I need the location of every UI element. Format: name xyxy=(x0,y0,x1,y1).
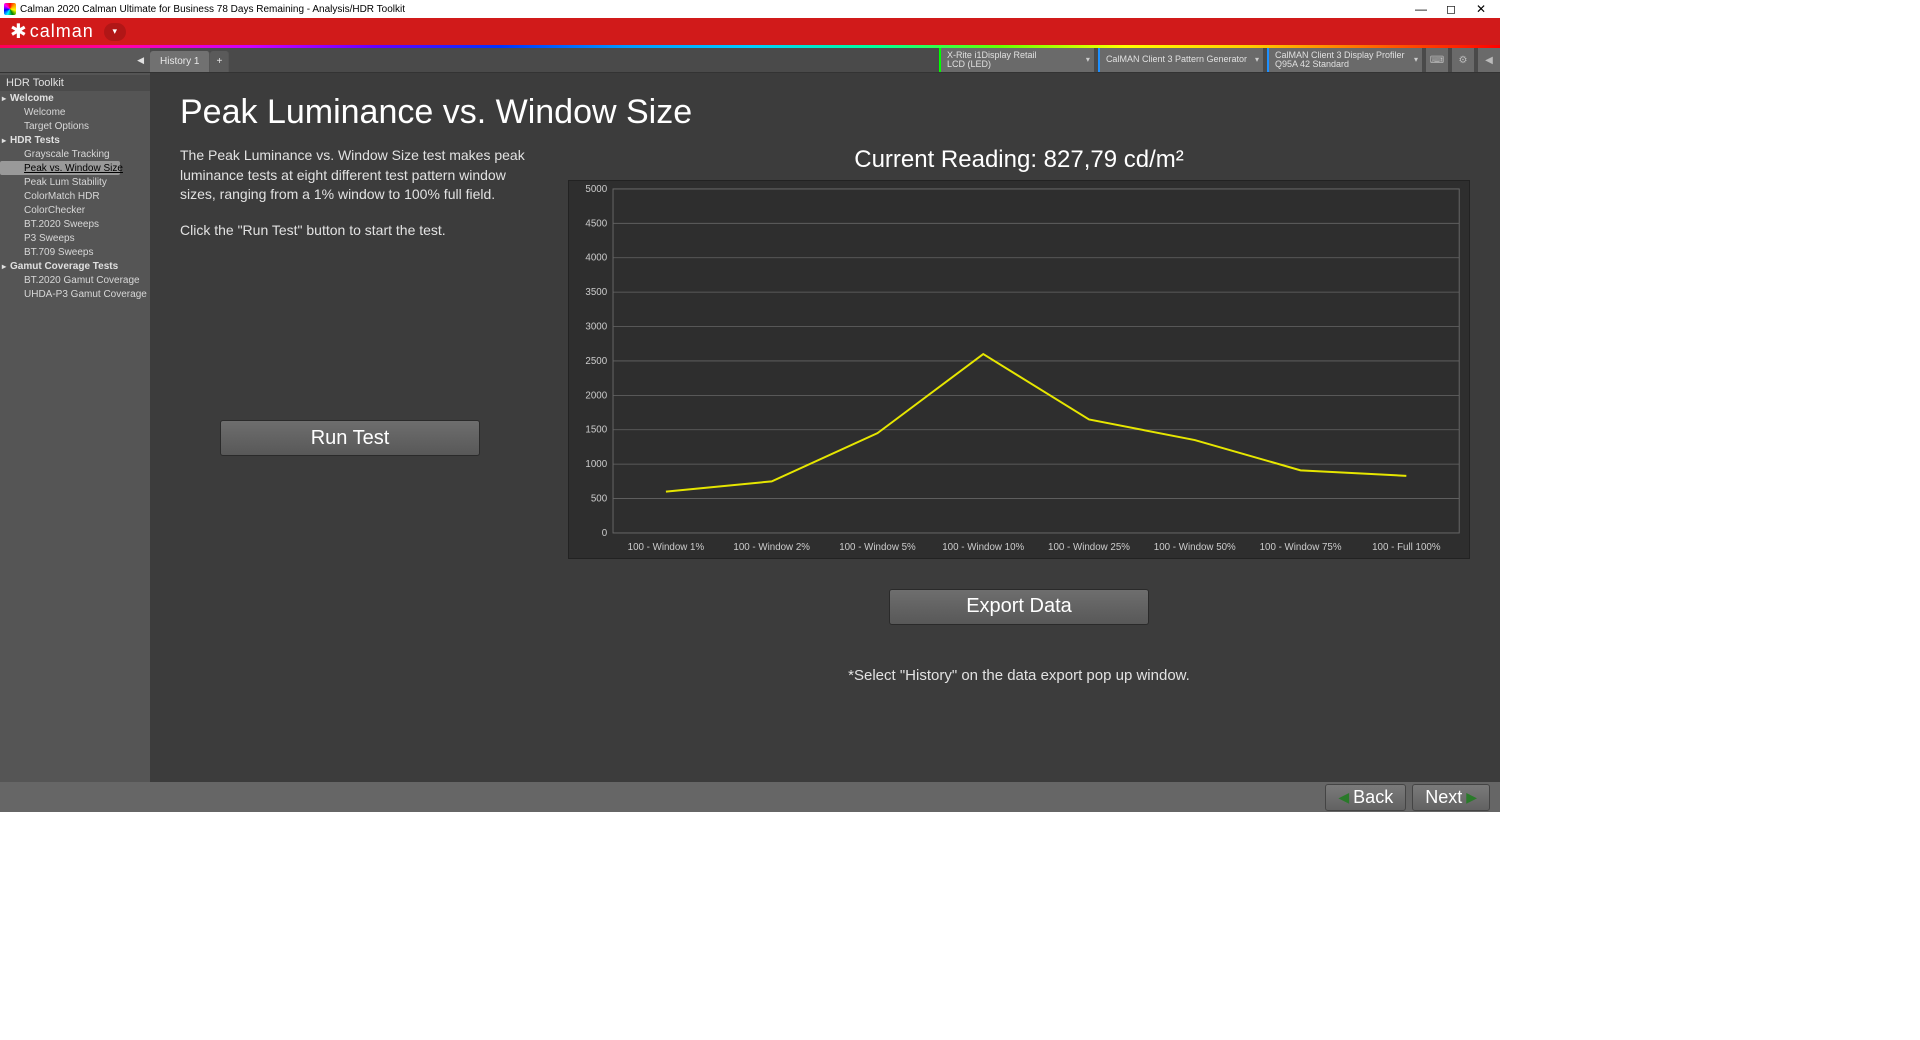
page-title: Peak Luminance vs. Window Size xyxy=(180,93,1470,132)
brand-text: calman xyxy=(30,21,94,42)
sidebar-item-p3-sweeps[interactable]: P3 Sweeps xyxy=(0,231,150,245)
svg-text:100 - Window 50%: 100 - Window 50% xyxy=(1154,542,1236,553)
svg-text:5000: 5000 xyxy=(585,184,607,195)
sidebar-item-target-options[interactable]: Target Options xyxy=(0,119,150,133)
svg-text:0: 0 xyxy=(602,528,608,539)
export-note: *Select "History" on the data export pop… xyxy=(568,667,1470,684)
app-icon xyxy=(4,3,16,15)
svg-text:500: 500 xyxy=(591,493,608,504)
chevron-down-icon: ▾ xyxy=(1086,56,1090,64)
description-2: Click the "Run Test" button to start the… xyxy=(180,221,540,241)
sidebar-section-welcome[interactable]: Welcome xyxy=(0,91,150,105)
svg-text:2500: 2500 xyxy=(585,356,607,367)
back-button[interactable]: ◀ Back xyxy=(1325,784,1406,811)
sidebar-item-grayscale-tracking[interactable]: Grayscale Tracking xyxy=(0,147,150,161)
back-label: Back xyxy=(1353,787,1393,808)
content-area: Peak Luminance vs. Window Size The Peak … xyxy=(150,73,1500,782)
arrow-right-icon: ▶ xyxy=(1466,789,1477,806)
brand-menu-button[interactable]: ▾ xyxy=(104,23,126,41)
window-title: Calman 2020 Calman Ultimate for Business… xyxy=(20,4,405,15)
sidebar: HDR Toolkit Welcome Welcome Target Optio… xyxy=(0,73,150,782)
chevron-down-icon: ▾ xyxy=(1255,56,1259,64)
next-label: Next xyxy=(1425,787,1462,808)
run-test-label: Run Test xyxy=(311,427,390,450)
close-button[interactable]: ✕ xyxy=(1466,2,1496,16)
toolbar-settings-button[interactable]: ⚙ xyxy=(1452,48,1474,72)
window-titlebar: Calman 2020 Calman Ultimate for Business… xyxy=(0,0,1500,18)
sidebar-section-hdr-tests[interactable]: HDR Tests xyxy=(0,133,150,147)
sidebar-item-colormatch-hdr[interactable]: ColorMatch HDR xyxy=(0,189,150,203)
svg-text:100 - Window 2%: 100 - Window 2% xyxy=(733,542,810,553)
export-data-label: Export Data xyxy=(966,595,1072,618)
toolbar-keyboard-button[interactable]: ⌨ xyxy=(1426,48,1448,72)
svg-text:2000: 2000 xyxy=(585,390,607,401)
device-generator-dropdown[interactable]: CalMAN Client 3 Pattern Generator ▾ xyxy=(1098,48,1263,72)
svg-text:1000: 1000 xyxy=(585,459,607,470)
sidebar-title: HDR Toolkit xyxy=(0,75,150,91)
next-button[interactable]: Next ▶ xyxy=(1412,784,1490,811)
brand-icon: ✱ xyxy=(10,19,28,44)
export-data-button[interactable]: Export Data xyxy=(889,589,1149,625)
svg-text:100 - Window 75%: 100 - Window 75% xyxy=(1260,542,1342,553)
footer-nav: ◀ Back Next ▶ xyxy=(0,782,1500,812)
svg-text:100 - Window 5%: 100 - Window 5% xyxy=(839,542,916,553)
tab-label: History 1 xyxy=(160,56,199,67)
svg-text:3000: 3000 xyxy=(585,321,607,332)
svg-text:100 - Window 1%: 100 - Window 1% xyxy=(628,542,705,553)
svg-text:3500: 3500 xyxy=(585,287,607,298)
sidebar-item-welcome[interactable]: Welcome xyxy=(0,105,150,119)
tab-history-1[interactable]: History 1 xyxy=(150,51,210,72)
reading-value: 827,79 cd/m² xyxy=(1044,146,1184,173)
tab-add[interactable]: + xyxy=(210,51,229,72)
chevron-down-icon: ▾ xyxy=(1414,56,1418,64)
brand-logo: ✱ calman xyxy=(0,19,94,44)
maximize-button[interactable]: ◻ xyxy=(1436,2,1466,16)
brand-bar: ✱ calman ▾ xyxy=(0,18,1500,45)
chevron-left-icon: ◀ xyxy=(137,55,144,66)
svg-text:4500: 4500 xyxy=(585,218,607,229)
device-profiler-dropdown[interactable]: CalMAN Client 3 Display Profiler Q95A 42… xyxy=(1267,48,1422,72)
svg-text:100 - Full 100%: 100 - Full 100% xyxy=(1372,542,1441,553)
toolbar-panel-collapse-button[interactable]: ◀ xyxy=(1478,48,1500,72)
sidebar-item-colorchecker[interactable]: ColorChecker xyxy=(0,203,150,217)
luminance-chart: 0 500 1000 1500 2000 2500 3000 3500 4000 4500 5000… xyxy=(568,180,1470,559)
sidebar-collapse-button[interactable]: ◀ xyxy=(0,48,150,72)
svg-text:1500: 1500 xyxy=(585,425,607,436)
svg-text:100 - Window 10%: 100 - Window 10% xyxy=(942,542,1024,553)
toolbar: ◀ History 1 + X-Rite i1Display Retail LC… xyxy=(0,48,1500,73)
arrow-left-icon: ◀ xyxy=(1338,789,1349,806)
sidebar-item-bt2020-sweeps[interactable]: BT.2020 Sweeps xyxy=(0,217,150,231)
sidebar-item-peak-lum-stability[interactable]: Peak Lum Stability xyxy=(0,175,150,189)
reading-prefix: Current Reading: xyxy=(854,146,1043,173)
sidebar-item-peak-vs-window-size[interactable]: Peak vs. Window Size xyxy=(0,161,120,175)
sidebar-item-uhda-p3-gamut[interactable]: UHDA-P3 Gamut Coverage xyxy=(0,287,150,301)
device-line1: CalMAN Client 3 Pattern Generator xyxy=(1106,55,1247,64)
device-line2: LCD (LED) xyxy=(947,60,1078,69)
current-reading: Current Reading: 827,79 cd/m² xyxy=(568,146,1470,174)
device-meter-dropdown[interactable]: X-Rite i1Display Retail LCD (LED) ▾ xyxy=(939,48,1094,72)
device-line2: Q95A 42 Standard xyxy=(1275,60,1406,69)
run-test-button[interactable]: Run Test xyxy=(220,420,480,456)
svg-text:100 - Window 25%: 100 - Window 25% xyxy=(1048,542,1130,553)
sidebar-section-gamut-coverage[interactable]: Gamut Coverage Tests xyxy=(0,259,150,273)
sidebar-item-bt709-sweeps[interactable]: BT.709 Sweeps xyxy=(0,245,150,259)
minimize-button[interactable]: — xyxy=(1406,2,1436,16)
svg-text:4000: 4000 xyxy=(585,253,607,264)
description-1: The Peak Luminance vs. Window Size test … xyxy=(180,146,540,205)
sidebar-item-bt2020-gamut[interactable]: BT.2020 Gamut Coverage xyxy=(0,273,150,287)
